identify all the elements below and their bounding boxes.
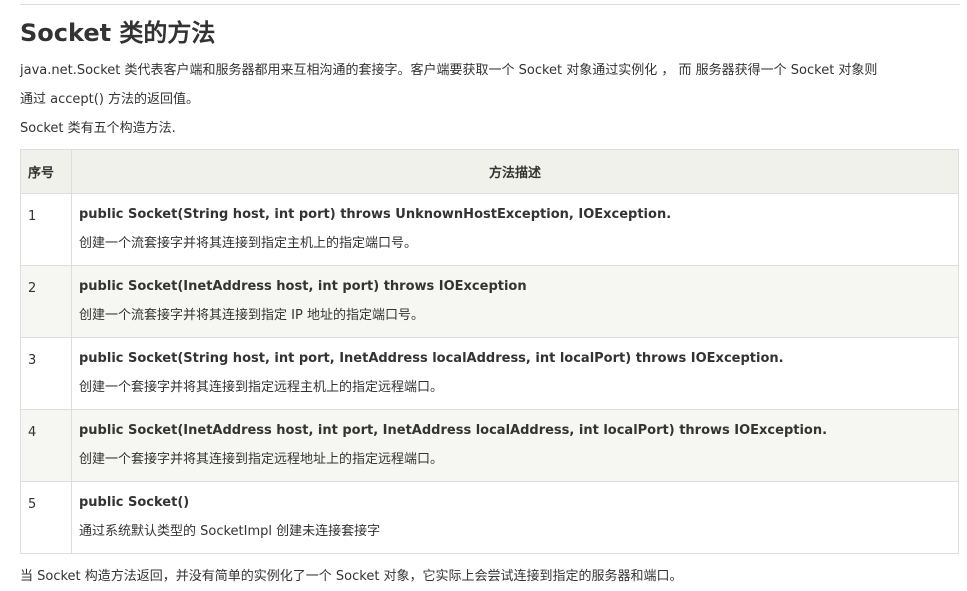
table-header-row: 序号 方法描述 [20, 149, 959, 194]
method-signature: public Socket(String host, int port, Ine… [79, 351, 784, 366]
row-number-cell: 2 [20, 265, 72, 338]
method-signature: public Socket() [79, 495, 190, 510]
method-signature: public Socket(String host, int port) thr… [79, 207, 672, 222]
row-number-cell: 3 [20, 337, 72, 410]
table-row: 1 public Socket(String host, int port) t… [20, 193, 959, 266]
row-number: 4 [28, 425, 37, 440]
constructor-count-note: Socket 类有五个构造方法. [20, 121, 176, 136]
method-cell: public Socket(InetAddress host, int port… [71, 265, 959, 338]
row-number: 2 [28, 281, 37, 296]
method-cell: public Socket(String host, int port, Ine… [71, 337, 959, 410]
column-header-number: 序号 [20, 149, 72, 194]
row-number-cell: 5 [20, 481, 72, 554]
method-description: 创建一个套接字并将其连接到指定远程地址上的指定远程端口。 [79, 452, 444, 467]
method-description: 创建一个套接字并将其连接到指定远程主机上的指定远程端口。 [79, 380, 444, 395]
row-number: 1 [28, 209, 37, 224]
table-row: 3 public Socket(String host, int port, I… [20, 337, 959, 410]
page-title: Socket 类的方法 [20, 19, 216, 47]
method-cell: public Socket(String host, int port) thr… [71, 193, 959, 266]
method-description: 通过系统默认类型的 SocketImpl 创建未连接套接字 [79, 524, 381, 539]
top-divider [20, 4, 960, 5]
constructor-methods-table: 序号 方法描述 1 public Socket(String host, int… [20, 149, 959, 554]
method-signature: public Socket(InetAddress host, int port… [79, 279, 527, 294]
method-signature: public Socket(InetAddress host, int port… [79, 423, 828, 438]
row-number-cell: 4 [20, 409, 72, 482]
constructor-behavior-note: 当 Socket 构造方法返回，并没有简单的实例化了一个 Socket 对象，它… [20, 569, 683, 584]
row-number: 3 [28, 353, 37, 368]
method-cell: public Socket() 通过系统默认类型的 SocketImpl 创建未… [71, 481, 959, 554]
table-row: 5 public Socket() 通过系统默认类型的 SocketImpl 创… [20, 481, 959, 554]
intro-paragraph-line-1: java.net.Socket 类代表客户端和服务器都用来互相沟通的套接字。客户… [20, 63, 878, 78]
method-description: 创建一个流套接字并将其连接到指定 IP 地址的指定端口号。 [79, 308, 424, 323]
method-description: 创建一个流套接字并将其连接到指定主机上的指定端口号。 [79, 236, 418, 251]
row-number-cell: 1 [20, 193, 72, 266]
table-row: 2 public Socket(InetAddress host, int po… [20, 265, 959, 338]
row-number: 5 [28, 497, 37, 512]
method-cell: public Socket(InetAddress host, int port… [71, 409, 959, 482]
column-header-description: 方法描述 [71, 149, 959, 194]
table-row: 4 public Socket(InetAddress host, int po… [20, 409, 959, 482]
intro-paragraph-line-2: 通过 accept() 方法的返回值。 [20, 92, 200, 107]
